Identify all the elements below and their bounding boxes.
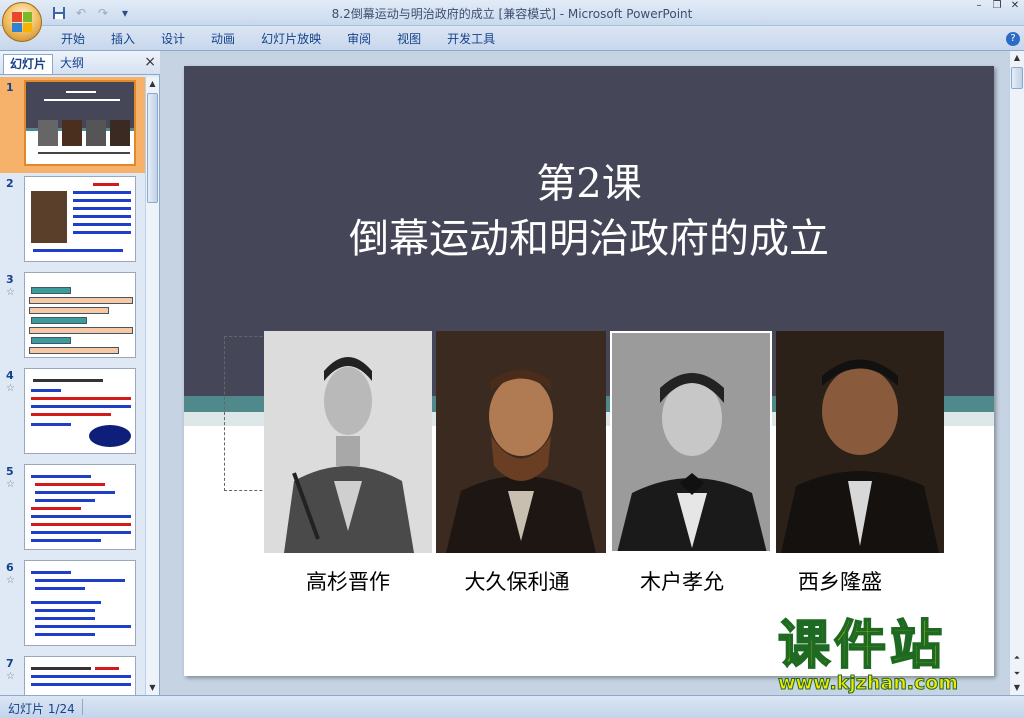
slide-preview xyxy=(24,176,136,262)
person-name-label: 木户孝允 xyxy=(640,570,724,594)
scroll-down-icon[interactable]: ▼ xyxy=(1010,681,1024,695)
portrait-photo[interactable] xyxy=(776,331,944,553)
close-pane-icon[interactable]: × xyxy=(144,54,156,70)
slide-preview xyxy=(24,464,136,550)
scrollbar-thumb[interactable] xyxy=(1011,67,1023,89)
help-icon[interactable]: ? xyxy=(1006,32,1020,46)
slide-title-lesson[interactable]: 第2课 xyxy=(184,151,994,209)
tab-outline[interactable]: 大纲 xyxy=(54,54,90,74)
slide-thumbnail[interactable]: 2 xyxy=(0,173,146,269)
portrait-photo[interactable] xyxy=(436,331,606,553)
tab-slideshow[interactable]: 幻灯片放映 xyxy=(248,30,334,48)
slide-preview xyxy=(24,272,136,358)
window-title: 8.2倒幕运动与明治政府的成立 [兼容模式] - Microsoft Power… xyxy=(331,7,693,21)
slide-edit-area: 第2课 倒幕运动和明治政府的成立 高杉晋作 大久保利通 木户孝允 西乡隆盛 ▲ … xyxy=(161,51,1024,695)
slides-pane: 幻灯片 大纲 × 1 2 3 ☆ 4 ☆ 5 ☆ 6 ☆ 7 ☆ ▲ ▼ xyxy=(0,51,160,695)
slide-number: 5 xyxy=(6,465,14,478)
ribbon: 开始 插入 设计 动画 幻灯片放映 审阅 视图 开发工具 ? xyxy=(0,26,1024,51)
animation-star-icon: ☆ xyxy=(6,671,15,682)
slide-preview xyxy=(24,560,136,646)
slide-title-main[interactable]: 倒幕运动和明治政府的成立 xyxy=(184,206,994,264)
next-slide-icon[interactable]: ⏷ xyxy=(1010,667,1024,681)
thumbnail-scrollbar[interactable]: ▲ ▼ xyxy=(145,77,159,695)
slide-number: 7 xyxy=(6,657,14,670)
ribbon-tabs: 开始 插入 设计 动画 幻灯片放映 审阅 视图 开发工具 xyxy=(48,30,508,48)
animation-star-icon: ☆ xyxy=(6,575,15,586)
slide-thumbnails: 1 2 3 ☆ 4 ☆ 5 ☆ 6 ☆ 7 ☆ xyxy=(0,77,146,695)
restore-icon[interactable]: ❐ xyxy=(988,0,1006,14)
person-name-label: 西乡隆盛 xyxy=(798,570,882,594)
scroll-up-icon[interactable]: ▲ xyxy=(146,77,159,91)
portrait-photo[interactable] xyxy=(610,331,772,553)
tab-view[interactable]: 视图 xyxy=(384,30,434,48)
tab-design[interactable]: 设计 xyxy=(148,30,198,48)
prev-slide-icon[interactable]: ⏶ xyxy=(1010,651,1024,665)
scrollbar-thumb[interactable] xyxy=(147,93,158,203)
tab-insert[interactable]: 插入 xyxy=(98,30,148,48)
tab-review[interactable]: 审阅 xyxy=(334,30,384,48)
minimize-icon[interactable]: – xyxy=(970,0,988,14)
slide-scrollbar[interactable]: ▲ ⏶ ⏷ ▼ xyxy=(1009,51,1024,695)
tab-developer[interactable]: 开发工具 xyxy=(434,30,508,48)
slide-thumbnail[interactable]: 7 ☆ xyxy=(0,653,146,695)
person-name-label: 大久保利通 xyxy=(464,570,570,594)
slide-number: 4 xyxy=(6,369,14,382)
person-name-label: 高杉晋作 xyxy=(306,570,390,594)
slide-counter: 幻灯片 1/24 xyxy=(8,702,75,716)
animation-star-icon: ☆ xyxy=(6,479,15,490)
slide-canvas[interactable]: 第2课 倒幕运动和明治政府的成立 高杉晋作 大久保利通 木户孝允 西乡隆盛 xyxy=(184,66,994,676)
slide-preview xyxy=(24,368,136,454)
tab-slides[interactable]: 幻灯片 xyxy=(3,54,54,74)
watermark-logo: 课件站 xyxy=(777,615,947,677)
office-logo-icon xyxy=(12,12,32,32)
slide-preview xyxy=(24,80,136,166)
animation-star-icon: ☆ xyxy=(6,287,15,298)
slide-number: 2 xyxy=(6,177,14,190)
scroll-up-icon[interactable]: ▲ xyxy=(1010,51,1024,65)
status-separator xyxy=(82,699,83,715)
slide-preview xyxy=(24,656,136,695)
slide-thumbnail[interactable]: 3 ☆ xyxy=(0,269,146,365)
office-button[interactable] xyxy=(2,2,42,42)
tab-animations[interactable]: 动画 xyxy=(198,30,248,48)
scroll-down-icon[interactable]: ▼ xyxy=(146,681,159,695)
status-bar: 幻灯片 1/24 xyxy=(0,695,1024,718)
slide-number: 1 xyxy=(6,81,14,94)
slide-thumbnail[interactable]: 5 ☆ xyxy=(0,461,146,557)
close-window-icon[interactable]: ✕ xyxy=(1006,0,1024,14)
slide-thumbnail[interactable]: 4 ☆ xyxy=(0,365,146,461)
pane-tabs: 幻灯片 大纲 × xyxy=(0,51,160,75)
tab-home[interactable]: 开始 xyxy=(48,30,98,48)
animation-star-icon: ☆ xyxy=(6,383,15,394)
watermark-url: www.kjzhan.com xyxy=(777,672,959,695)
portrait-photo[interactable] xyxy=(264,331,432,553)
slide-thumbnail[interactable]: 1 xyxy=(0,77,146,173)
title-bar: ↶ ↷ ▾ 8.2倒幕运动与明治政府的成立 [兼容模式] - Microsoft… xyxy=(0,0,1024,26)
slide-number: 6 xyxy=(6,561,14,574)
window-controls: – ❐ ✕ xyxy=(970,0,1024,14)
slide-number: 3 xyxy=(6,273,14,286)
slide-thumbnail[interactable]: 6 ☆ xyxy=(0,557,146,653)
